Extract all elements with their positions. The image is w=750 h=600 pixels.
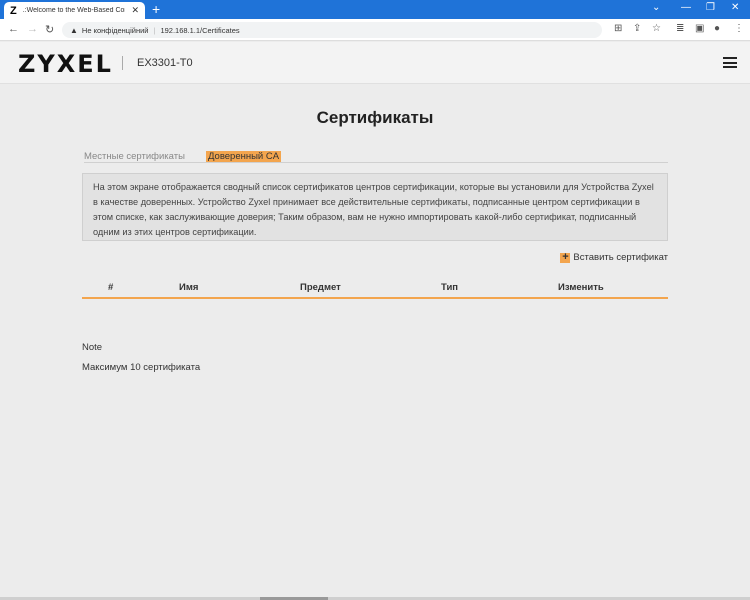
back-arrow-icon[interactable]: ← (8, 23, 19, 35)
note-text: Максимум 10 сертификата (82, 362, 201, 373)
tab-local-certificates[interactable]: Местные сертификаты (84, 151, 185, 162)
tab-title: .:Welcome to the Web-Based Configurator:… (22, 7, 125, 14)
browser-tab[interactable]: Z .:Welcome to the Web-Based Configurato… (4, 2, 145, 19)
zyxel-favicon-icon: Z (10, 4, 17, 17)
column-header-type: Тип (441, 282, 459, 293)
more-vert-icon[interactable]: ⋮ (734, 23, 744, 34)
restore-icon[interactable]: ❐ (706, 2, 715, 13)
insert-certificate-label[interactable]: Вставить сертификат (573, 252, 668, 263)
header-divider (122, 56, 123, 70)
tab-trusted-ca[interactable]: Доверенный CA (206, 151, 282, 162)
star-icon[interactable]: ☆ (652, 23, 661, 34)
info-text: На этом экране отображается сводный спис… (93, 182, 654, 237)
plus-icon[interactable]: + (560, 251, 571, 263)
share-icon[interactable]: ⇪ (633, 23, 641, 34)
tabs-divider (84, 162, 668, 163)
column-header-name: Имя (179, 282, 199, 293)
page-title: Сертификаты (316, 108, 434, 127)
warning-icon[interactable]: ▲ (70, 26, 78, 35)
side-panel-icon[interactable]: ▣ (695, 23, 704, 34)
app-header: ZYXEL EX3301-T0 (0, 42, 750, 84)
zyxel-logo[interactable]: ZYXEL (18, 50, 113, 78)
new-tab-button[interactable]: + (152, 1, 160, 17)
close-window-icon[interactable]: ✕ (731, 2, 739, 13)
column-header-number: # (108, 282, 114, 293)
url-text[interactable]: 192.168.1.1/Certificates (160, 26, 239, 35)
address-bar[interactable]: ▲ Не конфіденційний | 192.168.1.1/Certif… (62, 22, 602, 38)
insert-certificate-button[interactable]: + Вставить сертификат (560, 251, 668, 263)
info-box: На этом экране отображается сводный спис… (82, 173, 668, 241)
security-label[interactable]: Не конфіденційний (82, 26, 149, 35)
table-header: # Имя Предмет Тип Изменить (82, 279, 668, 299)
browser-tab-bar: Z .:Welcome to the Web-Based Configurato… (0, 0, 750, 19)
forward-arrow-icon[interactable]: → (27, 23, 38, 35)
address-toolbar: ← → ↻ ▲ Не конфіденційний | 192.168.1.1/… (0, 19, 750, 41)
hamburger-icon[interactable] (723, 57, 737, 68)
reload-icon[interactable]: ↻ (45, 23, 54, 36)
minimize-icon[interactable]: — (681, 2, 691, 13)
chevron-down-icon[interactable]: ⌄ (652, 2, 660, 13)
profile-icon[interactable]: ● (714, 23, 720, 34)
device-model: EX3301-T0 (137, 57, 193, 69)
reading-list-icon[interactable]: ≣ (676, 23, 684, 34)
note-label: Note (82, 342, 103, 353)
column-header-modify: Изменить (558, 282, 604, 293)
address-separator: | (153, 25, 156, 35)
column-header-subject: Предмет (300, 282, 341, 293)
translate-icon[interactable]: ⊞ (614, 23, 622, 34)
tab-close-icon[interactable]: ✕ (131, 5, 139, 16)
